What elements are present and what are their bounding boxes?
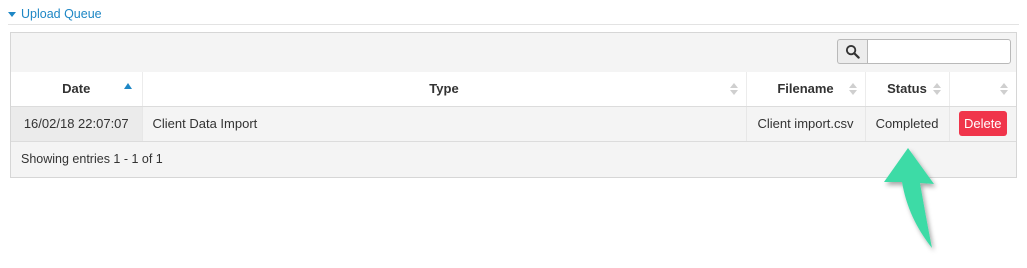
column-label: Type (429, 81, 459, 97)
upload-queue-toggle[interactable]: Upload Queue (8, 7, 106, 21)
cell-type: Client Data Import (142, 106, 747, 142)
upload-queue-table: Date Type Filename Status 16/02/18 22:07… (11, 72, 1016, 142)
table-header-row: Date Type Filename Status (11, 72, 1016, 107)
search-icon (845, 44, 860, 59)
column-label: Filename (777, 81, 834, 97)
column-header-actions[interactable] (949, 72, 1016, 107)
cell-status: Completed (865, 106, 950, 142)
column-label: Date (62, 81, 91, 97)
column-label: Status (887, 81, 927, 97)
arrow-up-icon (884, 148, 934, 248)
column-header-type[interactable]: Type (142, 72, 747, 107)
cell-date: 16/02/18 22:07:07 (11, 106, 143, 142)
section-header: Upload Queue (8, 6, 1019, 25)
column-header-status[interactable]: Status (865, 72, 950, 107)
sort-icon (848, 83, 857, 95)
cell-actions: Delete (949, 106, 1016, 142)
table-toolbar (11, 33, 1016, 73)
table-row: 16/02/18 22:07:07 Client Data Import Cli… (11, 106, 1016, 142)
upload-queue-panel: Date Type Filename Status 16/02/18 22:07… (10, 32, 1017, 178)
table-info: Showing entries 1 - 1 of 1 (21, 152, 163, 166)
sort-icon (932, 83, 941, 95)
sort-icon (1000, 83, 1008, 95)
cell-filename: Client import.csv (746, 106, 866, 142)
sort-icon (729, 83, 738, 95)
search-button[interactable] (837, 39, 867, 64)
caret-down-icon (8, 11, 16, 17)
column-header-date[interactable]: Date (11, 72, 143, 107)
search-input[interactable] (867, 39, 1011, 64)
sort-ascending-icon (123, 83, 132, 89)
column-header-filename[interactable]: Filename (746, 72, 866, 107)
delete-button[interactable]: Delete (958, 111, 1007, 136)
section-title: Upload Queue (21, 7, 102, 21)
